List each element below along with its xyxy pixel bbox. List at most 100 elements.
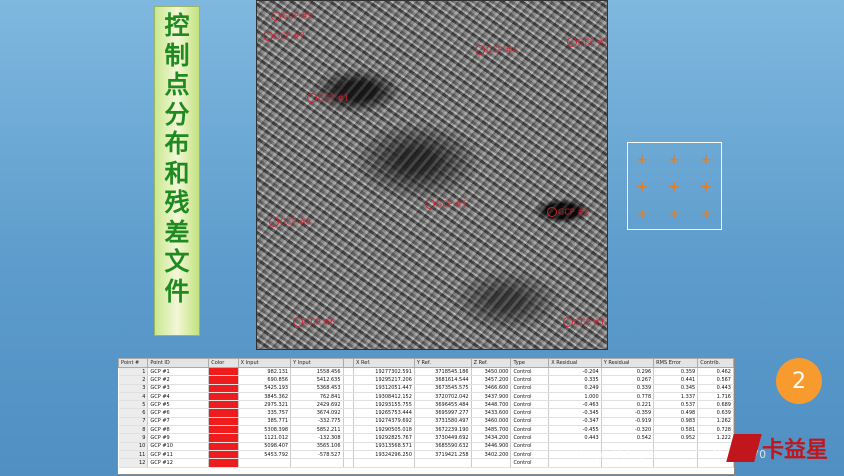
table-cell: 9: [118, 433, 149, 443]
column-header[interactable]: Z Ref.: [470, 358, 512, 368]
color-swatch: [208, 375, 239, 385]
gcp-marker: GCP #4: [475, 45, 517, 55]
table-cell: Control: [510, 450, 550, 460]
table-cell: Control: [510, 417, 550, 427]
table-header-row: Point # Point ID Color X Input Y Input X Ref.…: [118, 358, 734, 368]
table-cell: GCP #7: [147, 417, 210, 427]
table-cell: 1.716: [697, 392, 734, 402]
gcp-marker: GCP #7: [263, 31, 305, 41]
table-cell: 5308.398: [238, 425, 292, 435]
table-cell: [343, 425, 355, 435]
column-header[interactable]: Y Ref.: [413, 358, 472, 368]
column-header[interactable]: Type: [510, 358, 550, 368]
table-cell: GCP #3: [147, 384, 210, 393]
table-cell: 5368.453: [290, 384, 344, 393]
column-header[interactable]: X Ref.: [353, 358, 415, 368]
table-cell: 0.542: [601, 433, 655, 443]
table-cell: 5852.211: [290, 425, 344, 435]
table-cell: 335.757: [238, 408, 292, 418]
logo-mark-icon: [726, 434, 762, 462]
color-swatch: [208, 400, 239, 410]
table-cell: 5412.635: [290, 375, 344, 385]
brand-logo: 卡益星: [726, 428, 836, 468]
title-char: 布: [164, 129, 190, 158]
gcp-marker: GCP #9: [271, 11, 313, 21]
table-cell: 2429.692: [290, 400, 344, 410]
table-cell: 0.537: [653, 400, 699, 410]
table-cell: GCP #1: [147, 367, 210, 377]
color-swatch: [208, 425, 239, 435]
title-char: 和: [164, 158, 190, 188]
table-cell: Control: [510, 425, 550, 435]
table-cell: 0.296: [601, 367, 655, 377]
column-header[interactable]: X Input: [237, 358, 292, 368]
table-cell: [343, 408, 355, 418]
table-cell: 3672239.190: [414, 425, 472, 435]
table-row[interactable]: 4 GCP #4 3845.362 762.841 19308412.152 372070…: [118, 392, 734, 402]
column-header[interactable]: RMS Error: [653, 358, 699, 368]
table-cell: 0.952: [653, 433, 699, 443]
table-cell: -0.347: [548, 417, 602, 427]
plus-icon: +: [636, 179, 648, 195]
table-cell: 6: [118, 408, 149, 418]
vertical-title-panel: 控制点分布和残差文件: [154, 6, 200, 336]
table-cell: -0.359: [601, 408, 655, 418]
table-row[interactable]: 7 GCP #7 385.771 -332.775 19274379.692 373158…: [118, 417, 734, 427]
table-row[interactable]: 8 GCP #8 5308.398 5852.211 19290505.018 36722…: [118, 425, 734, 435]
table-cell: Control: [510, 458, 550, 468]
table-cell: [238, 458, 292, 468]
table-cell: 0.345: [653, 384, 699, 393]
table-cell: 19277302.591: [353, 367, 415, 377]
table-cell: 3565.106: [290, 442, 344, 451]
table-cell: 3730449.692: [414, 433, 472, 443]
table-row[interactable]: 3 GCP #3 5425.193 5368.453 19312051.447 36735…: [118, 384, 734, 393]
column-header[interactable]: Y Input: [290, 358, 344, 368]
table-cell: [343, 375, 355, 385]
table-cell: [343, 367, 355, 377]
table-cell: 0.443: [548, 433, 602, 443]
column-header[interactable]: Point ID: [147, 358, 210, 368]
table-cell: 1558.456: [290, 367, 344, 377]
table-cell: 10: [118, 442, 149, 451]
plus-icon: +: [668, 206, 680, 222]
column-header[interactable]: Color: [208, 358, 239, 368]
table-row[interactable]: 2 GCP #2 690.856 5412.635 19295217.206 368161…: [118, 375, 734, 385]
column-header[interactable]: [342, 358, 355, 368]
gcp-marker: GCP #2: [547, 207, 589, 217]
table-cell: Control: [510, 392, 550, 402]
table-cell: 3673545.575: [414, 384, 472, 393]
table-cell: 19265753.444: [353, 408, 415, 418]
table-cell: [290, 458, 344, 468]
color-swatch: [208, 442, 239, 451]
table-row[interactable]: 5 GCP #5 2975.321 2429.692 19293155.755 36964…: [118, 400, 734, 410]
table-cell: [414, 458, 472, 468]
table-cell: 19312051.447: [353, 384, 415, 393]
table-cell: -0.919: [601, 417, 655, 427]
table-row[interactable]: 1 GCP #1 982.131 1558.456 19277302.591 371854…: [118, 367, 734, 377]
table-cell: 0.441: [653, 375, 699, 385]
column-header[interactable]: Point #: [118, 358, 149, 368]
plus-icon: +: [668, 152, 680, 168]
table-cell: GCP #9: [147, 433, 210, 443]
table-cell: [343, 450, 355, 460]
gcp-marker: GCP #3: [567, 37, 607, 47]
table-cell: 3719421.258: [414, 450, 472, 460]
table-cell: 0.339: [601, 384, 655, 393]
table-cell: 0.639: [697, 408, 734, 418]
table-row[interactable]: 6 GCP #6 335.757 3674.092 19265753.444 369599…: [118, 408, 734, 418]
table-cell: Control: [510, 375, 550, 385]
table-cell: [471, 458, 512, 468]
table-cell: 0.249: [548, 384, 602, 393]
column-header[interactable]: X Residual: [548, 358, 602, 368]
title-char: 点: [164, 70, 190, 99]
plus-icon: +: [700, 179, 712, 195]
plus-icon: +: [700, 152, 712, 168]
table-cell: 3731580.497: [414, 417, 472, 427]
table-cell: 19292825.767: [353, 433, 415, 443]
table-row[interactable]: 9 GCP #9 1121.012 -132.308 19292825.767 37304…: [118, 433, 734, 443]
table-cell: -332.775: [290, 417, 344, 427]
column-header[interactable]: Contrib.: [697, 358, 734, 368]
column-header[interactable]: Y Residual: [600, 358, 655, 368]
plus-icon: +: [668, 179, 680, 195]
color-swatch: [208, 433, 239, 443]
